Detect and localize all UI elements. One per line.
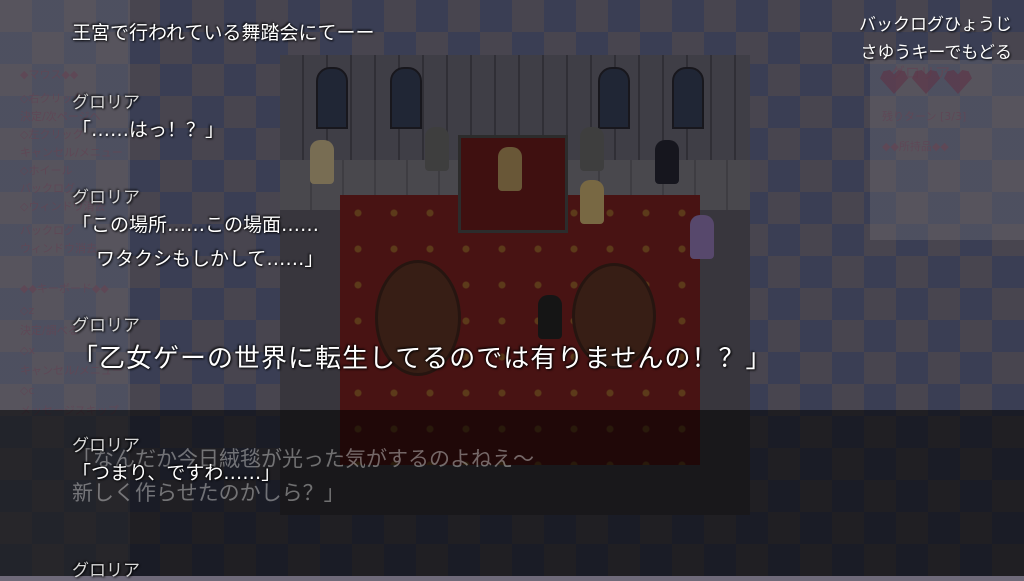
dialogue-line: 「……はっ！？」 <box>72 119 225 141</box>
dialogue-line: 「この場所……この場面…… <box>72 214 320 236</box>
speaker-name: グロリア <box>72 188 140 208</box>
speaker-name: グロリア <box>72 93 140 113</box>
dialogue-line: ワタクシもしかして……」 <box>96 248 324 270</box>
dialogue-line-highlight: 「乙女ゲーの世界に転生してるのでは有りませんの！？」 <box>72 344 773 374</box>
narration-line: 王宮で行われている舞踏会にてーー <box>72 22 375 44</box>
speaker-name: グロリア <box>72 316 140 336</box>
backlog-hint-return: さゆうキーでもどる <box>860 43 1012 63</box>
speaker-name: グロリア <box>72 436 140 456</box>
backlog-hint-title: バックログひょうじ <box>859 15 1012 35</box>
dialogue-line: 「つまり、ですわ……」 <box>72 462 281 484</box>
speaker-name: グロリア <box>72 561 140 581</box>
